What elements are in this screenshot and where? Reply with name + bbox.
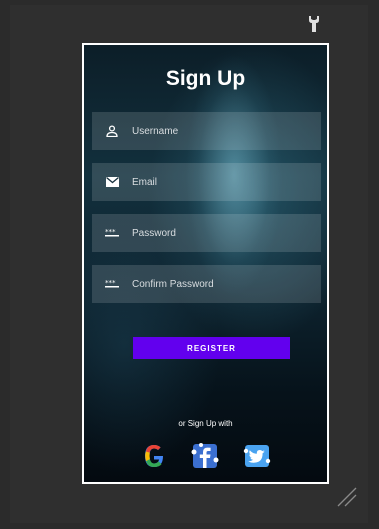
mail-icon bbox=[104, 175, 120, 189]
email-input[interactable] bbox=[132, 176, 321, 188]
page-title: Sign Up bbox=[165, 67, 246, 90]
confirm-password-input[interactable] bbox=[132, 278, 321, 290]
google-icon bbox=[141, 443, 167, 474]
svg-text:***: *** bbox=[105, 280, 116, 287]
username-input[interactable] bbox=[132, 125, 321, 137]
confirm-password-field[interactable]: *** bbox=[92, 265, 321, 303]
facebook-icon bbox=[191, 442, 219, 475]
password-icon: *** bbox=[104, 277, 120, 291]
wrench-icon[interactable] bbox=[307, 15, 321, 33]
password-icon: *** bbox=[104, 226, 120, 240]
twitter-button[interactable] bbox=[242, 443, 272, 473]
person-icon bbox=[104, 124, 120, 138]
phone-screen: Sign Up *** bbox=[82, 43, 329, 484]
facebook-button[interactable] bbox=[190, 442, 220, 475]
social-signup-label: or Sign Up with bbox=[178, 419, 233, 428]
google-button[interactable] bbox=[139, 443, 169, 473]
password-field[interactable]: *** bbox=[92, 214, 321, 252]
email-field[interactable] bbox=[92, 163, 321, 201]
resize-grip-icon[interactable] bbox=[336, 486, 358, 508]
svg-text:***: *** bbox=[105, 229, 116, 236]
twitter-icon bbox=[243, 442, 271, 475]
username-field[interactable] bbox=[92, 112, 321, 150]
register-button[interactable]: REGISTER bbox=[133, 337, 290, 359]
password-input[interactable] bbox=[132, 227, 321, 239]
